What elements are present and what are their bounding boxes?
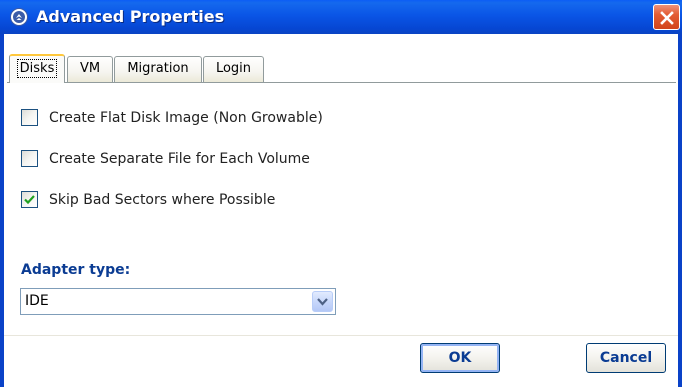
- tab-migration-label: Migration: [127, 61, 189, 76]
- tab-vm[interactable]: VM: [67, 56, 113, 82]
- ok-button[interactable]: OK: [420, 343, 500, 373]
- chevron-down-icon: [317, 298, 328, 306]
- skip-bad-sectors-label[interactable]: Skip Bad Sectors where Possible: [49, 191, 275, 209]
- separate-file-checkbox[interactable]: [21, 150, 38, 167]
- close-icon: [660, 11, 674, 25]
- adapter-dropdown-button[interactable]: [312, 291, 333, 312]
- flat-disk-checkbox[interactable]: [21, 109, 38, 126]
- checkmark-icon: [24, 195, 35, 205]
- adapter-type-select[interactable]: IDE: [20, 288, 336, 315]
- tab-migration[interactable]: Migration: [114, 56, 202, 82]
- adapter-type-value: IDE: [25, 293, 49, 309]
- advanced-properties-dialog: Advanced Properties Disks VM Migration L…: [0, 0, 682, 387]
- app-icon: [10, 8, 28, 26]
- title-bar[interactable]: Advanced Properties: [0, 0, 682, 34]
- adapter-type-label: Adapter type:: [21, 262, 131, 278]
- window-title: Advanced Properties: [36, 7, 225, 26]
- close-button[interactable]: [653, 4, 680, 30]
- tab-vm-label: VM: [79, 61, 101, 76]
- separate-file-label[interactable]: Create Separate File for Each Volume: [49, 150, 310, 168]
- window-frame-right: [678, 34, 682, 387]
- tab-login-label: Login: [215, 61, 252, 76]
- skip-bad-sectors-checkbox[interactable]: [21, 191, 38, 208]
- tab-disks-label: Disks: [19, 61, 55, 76]
- cancel-button[interactable]: Cancel: [586, 343, 666, 373]
- tab-login[interactable]: Login: [203, 56, 264, 82]
- tab-disks[interactable]: Disks: [9, 54, 65, 83]
- flat-disk-label[interactable]: Create Flat Disk Image (Non Growable): [49, 109, 323, 127]
- footer-divider: [4, 335, 678, 336]
